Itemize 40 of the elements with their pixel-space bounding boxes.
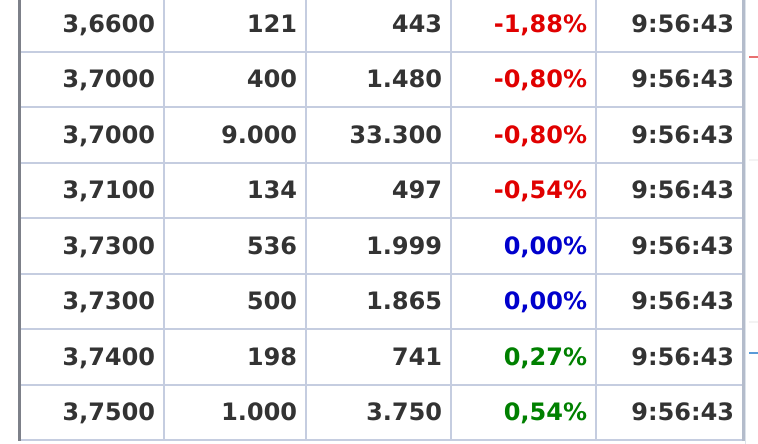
value-cell: 1.999 — [307, 219, 452, 272]
time-cell-text: 9:56:43 — [630, 64, 735, 96]
change-cell: 0,00% — [452, 274, 597, 328]
time-cell-text: 9:56:43 — [630, 397, 735, 428]
time-cell-text: 9:56:43 — [630, 286, 735, 318]
time-cell-text: 9:56:43 — [630, 342, 735, 373]
volume-cell: 1.000 — [165, 386, 307, 439]
change-cell: -0,80% — [452, 52, 597, 106]
change-cell: -1,88% — [452, 0, 597, 50]
volume-cell: 134 — [165, 164, 307, 217]
value-cell: 3.750 — [307, 386, 452, 439]
volume-cell: 121 — [165, 0, 307, 50]
volume-cell: 400 — [165, 52, 307, 106]
price-cell: 3,7000 — [21, 52, 165, 106]
volume-cell: 9.000 — [165, 108, 307, 162]
value-cell: 33.300 — [307, 108, 452, 162]
change-cell: 0,54% — [452, 386, 597, 439]
price-cell: 3,7500 — [21, 386, 165, 439]
price-cell: 3,7400 — [21, 330, 165, 384]
value-cell: 741 — [307, 330, 452, 384]
price-cell: 3,6600 — [21, 0, 165, 50]
price-cell: 3,7300 — [21, 274, 165, 328]
volume-cell: 536 — [165, 219, 307, 272]
price-cell: 3,7300 — [21, 219, 165, 272]
volume-cell: 500 — [165, 274, 307, 328]
value-cell: 1.480 — [307, 52, 452, 106]
time-cell-text: 9:56:43 — [630, 120, 735, 151]
price-cell: 3,7000 — [21, 108, 165, 162]
change-cell: 0,00% — [452, 219, 597, 272]
price-cell: 3,7100 — [21, 164, 165, 217]
value-cell: 1.865 — [307, 274, 452, 328]
change-cell: 0,27% — [452, 330, 597, 384]
change-cell: -0,54% — [452, 164, 597, 217]
time-cell-text: 9:56:43 — [630, 175, 735, 206]
change-cell: -0,80% — [452, 108, 597, 162]
time-cell-text: 9:56:43 — [630, 8, 735, 40]
value-cell: 443 — [307, 0, 452, 50]
volume-cell: 198 — [165, 330, 307, 384]
value-cell: 497 — [307, 164, 452, 217]
time-cell-text: 9:56:43 — [630, 230, 735, 262]
